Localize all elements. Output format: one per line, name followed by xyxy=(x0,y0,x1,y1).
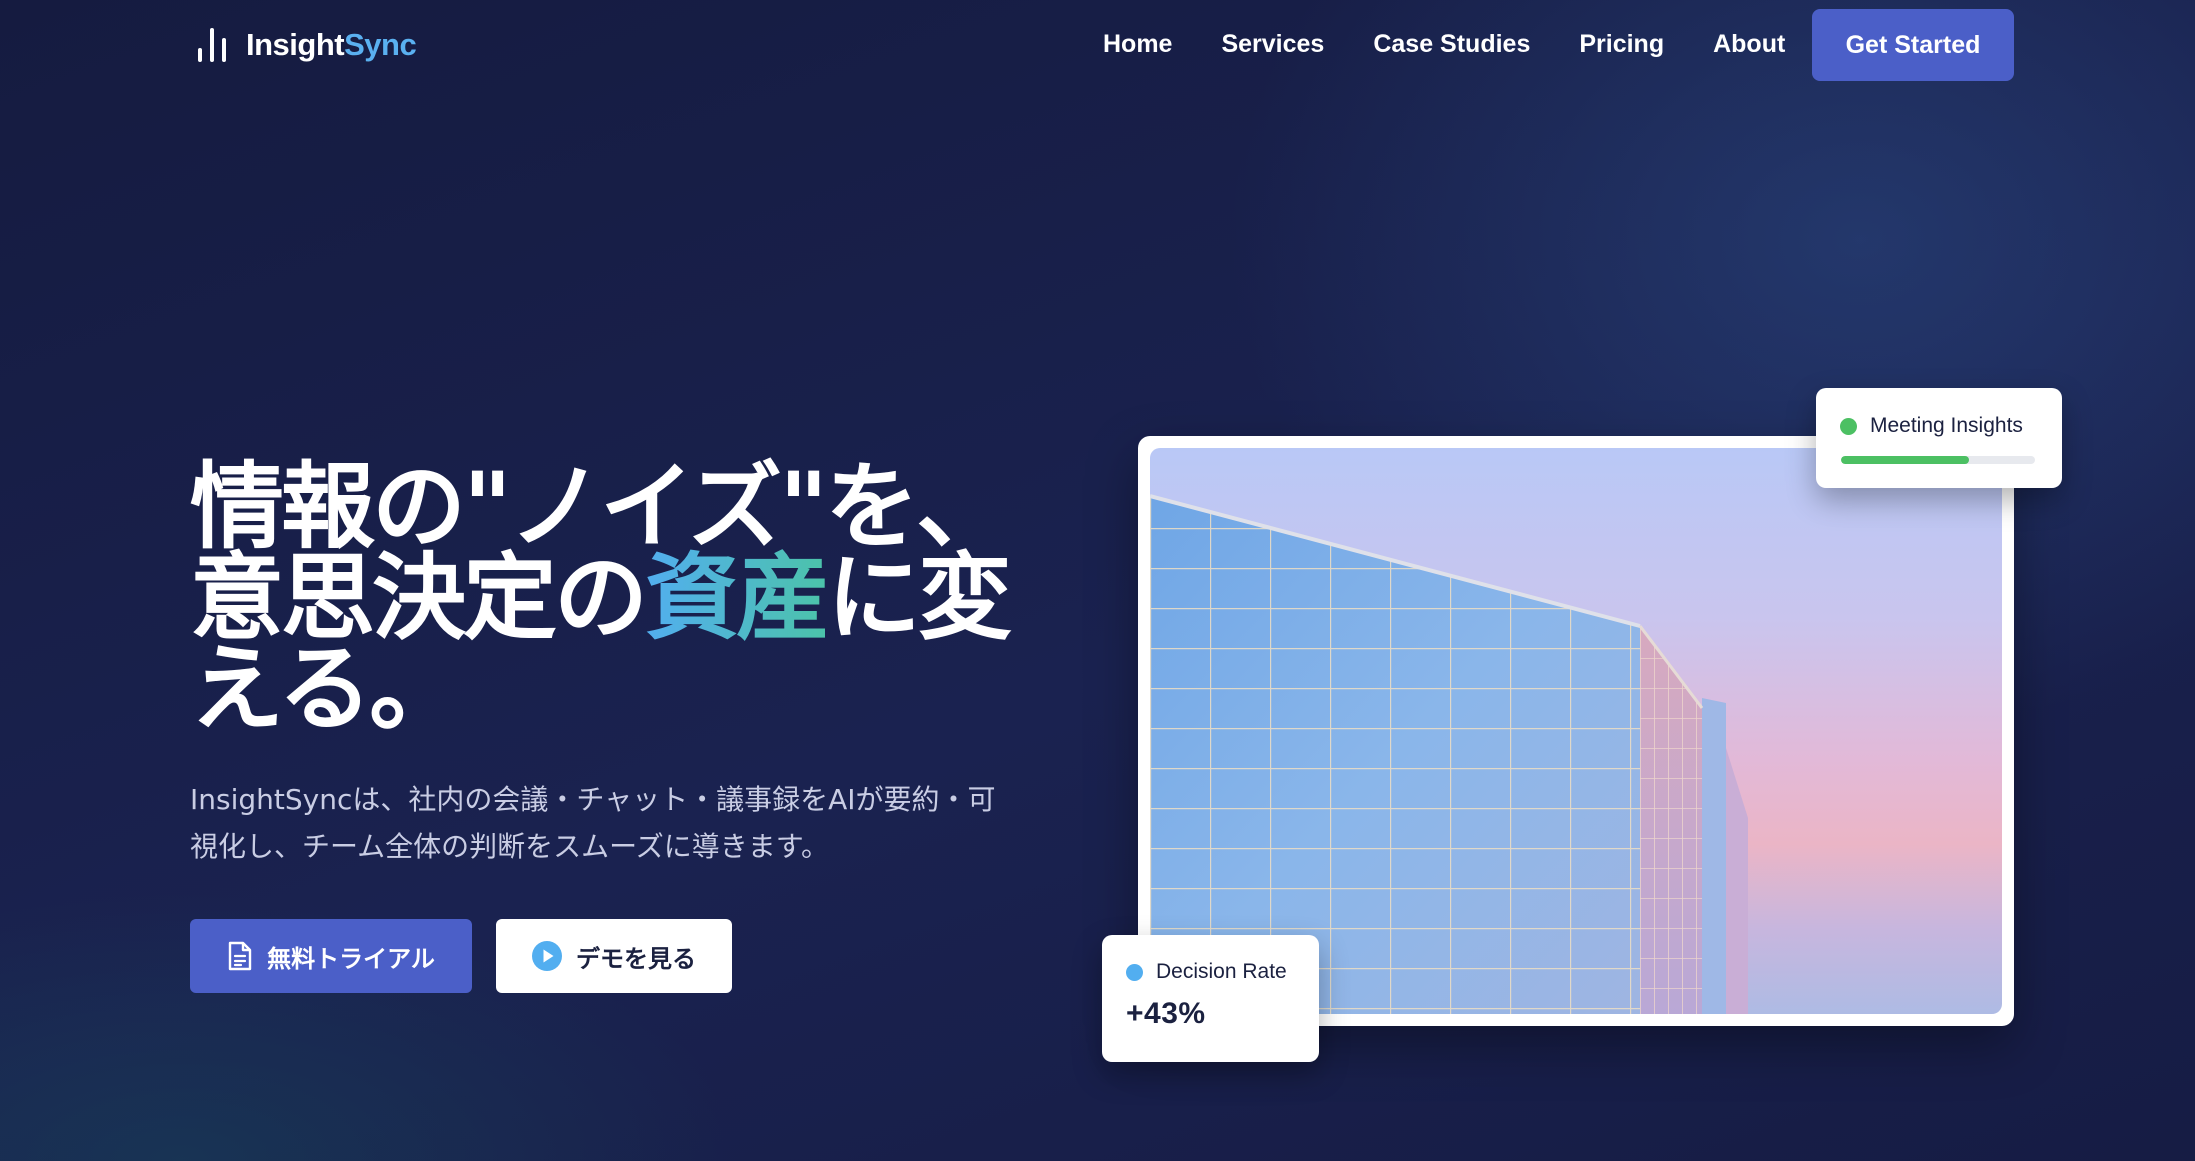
document-icon xyxy=(228,941,252,971)
nav-link-home[interactable]: Home xyxy=(1103,26,1172,62)
nav-link-pricing[interactable]: Pricing xyxy=(1579,26,1664,62)
watch-demo-button[interactable]: デモを見る xyxy=(496,919,732,993)
nav-link-case-studies[interactable]: Case Studies xyxy=(1373,26,1530,62)
decision-rate-value: +43% xyxy=(1126,997,1206,1030)
nav-link-about[interactable]: About xyxy=(1713,26,1785,62)
brand-name: InsightSync xyxy=(246,27,417,63)
status-dot-blue xyxy=(1126,963,1143,981)
hero-headline: 情報の"ノイズ"を、 意思決定の資産に変 える。 xyxy=(190,461,1050,737)
hero-subtitle: InsightSyncは、社内の会議・チャット・議事録をAIが要約・可 視化し、… xyxy=(190,776,1070,870)
meeting-insights-card: Meeting Insights xyxy=(1816,388,2062,488)
subtitle-line-1: InsightSyncは、社内の会議・チャット・議事録をAIが要約・可 xyxy=(190,783,996,816)
headline-highlight: 資産 xyxy=(645,544,830,653)
meeting-insights-progress xyxy=(1841,456,2035,464)
brand-name-primary: Insight xyxy=(246,27,345,62)
free-trial-button[interactable]: 無料トライアル xyxy=(190,919,472,993)
meeting-insights-title: Meeting Insights xyxy=(1870,414,2023,437)
status-dot-green xyxy=(1840,417,1857,435)
meeting-insights-progress-fill xyxy=(1841,456,1970,464)
building-illustration xyxy=(1150,494,1748,1014)
free-trial-label: 無料トライアル xyxy=(267,944,435,973)
top-navigation: InsightSync Home Services Case Studies P… xyxy=(0,0,2195,90)
subtitle-line-2: 視化し、チーム全体の判断をスムーズに導きます。 xyxy=(190,830,829,863)
headline-line-2-end: に変 xyxy=(827,544,1012,653)
watch-demo-label: デモを見る xyxy=(576,944,696,973)
office-building-photo xyxy=(1150,448,2002,1014)
brand-logo[interactable]: InsightSync xyxy=(196,24,417,66)
decision-rate-title: Decision Rate xyxy=(1156,960,1287,983)
decision-rate-header: Decision Rate xyxy=(1126,960,1287,984)
play-circle-icon xyxy=(532,941,562,971)
headline-line-3: える。 xyxy=(190,635,463,744)
decision-rate-card: Decision Rate +43% xyxy=(1102,935,1319,1062)
nav-links: Home Services Case Studies Pricing About xyxy=(1103,26,1834,62)
meeting-insights-header: Meeting Insights xyxy=(1840,414,2023,438)
get-started-button[interactable]: Get Started xyxy=(1812,9,2014,81)
brand-name-accent: Sync xyxy=(344,27,417,62)
bar-chart-icon xyxy=(196,26,230,64)
nav-link-services[interactable]: Services xyxy=(1221,26,1324,62)
